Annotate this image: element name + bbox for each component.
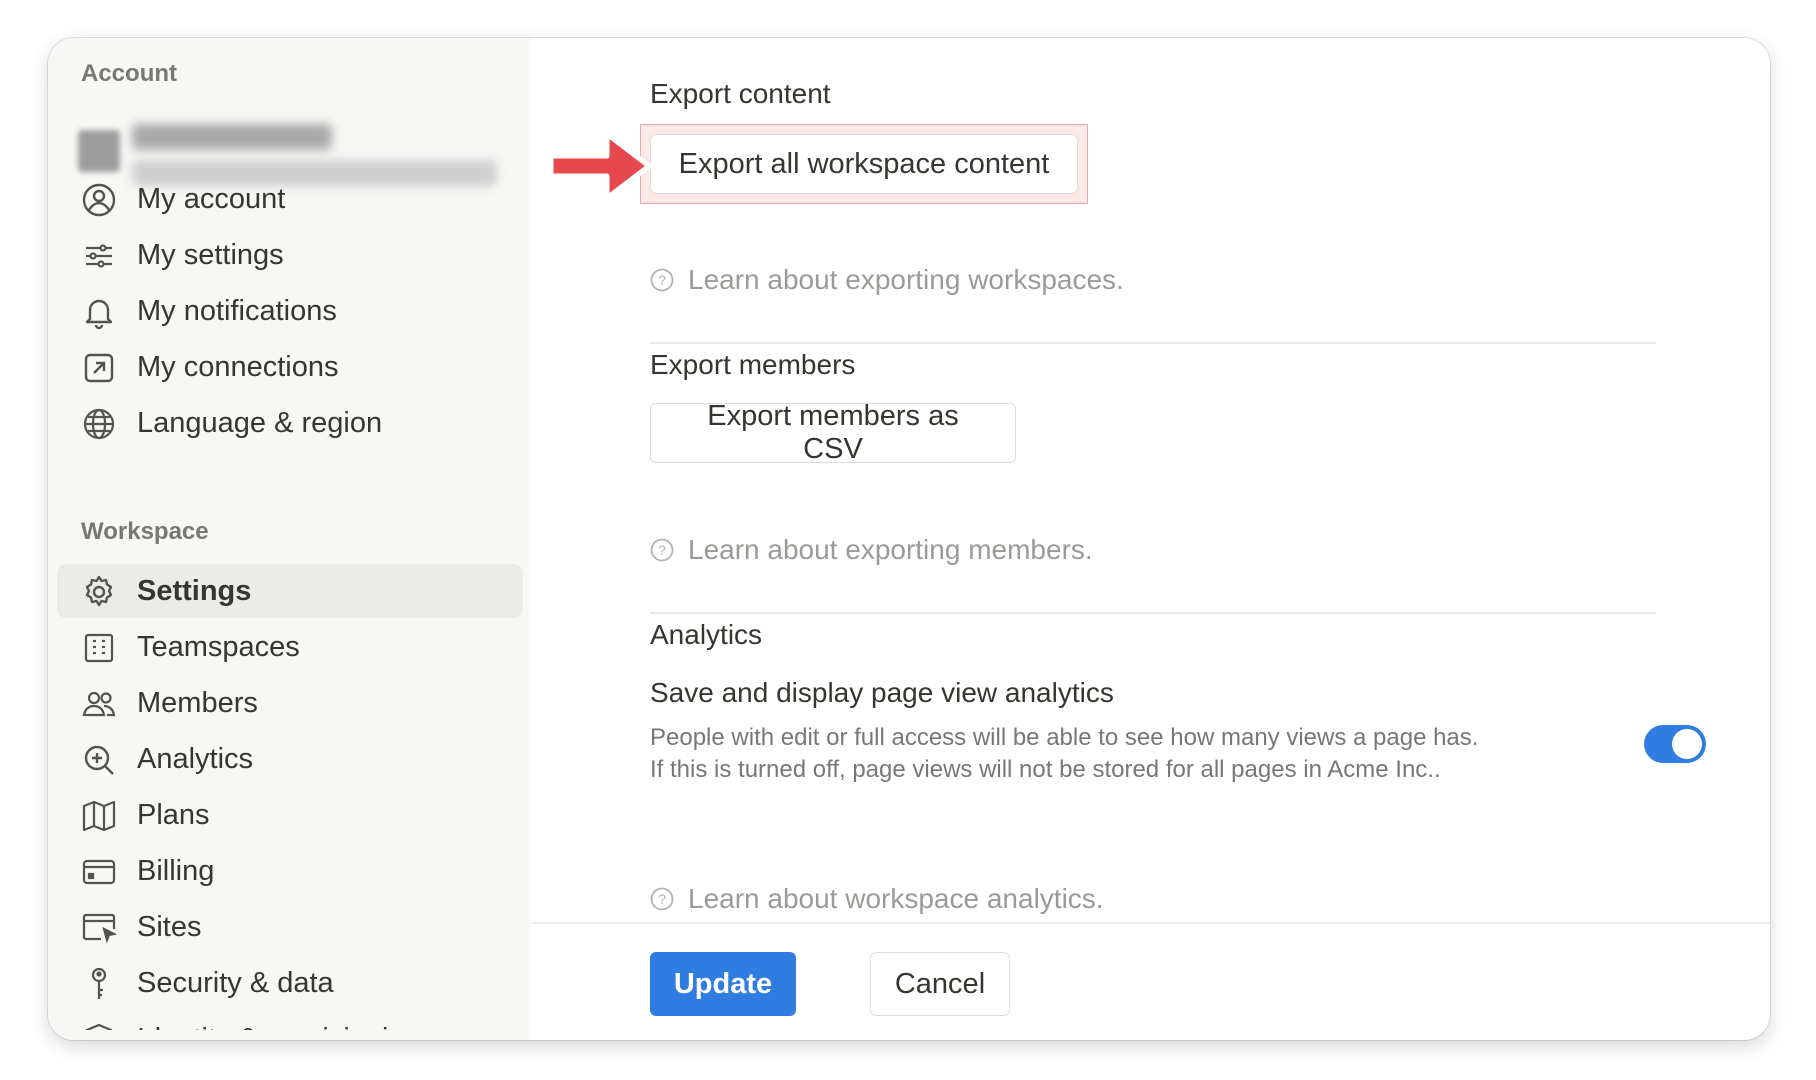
export-all-workspace-button[interactable]: Export all workspace content (650, 134, 1078, 194)
sidebar-item-sites[interactable]: Sites (57, 900, 523, 954)
page-view-analytics-toggle[interactable] (1644, 725, 1706, 763)
sidebar-item-label: Members (137, 686, 258, 719)
sidebar-item-label: Settings (137, 574, 252, 607)
building-icon (80, 629, 118, 667)
settings-sidebar: Account My account My settings My notifi… (48, 38, 530, 1040)
sidebar-item-plans[interactable]: Plans (57, 788, 523, 842)
sidebar-item-label: Language & region (137, 406, 383, 439)
help-link-text: Learn about exporting members. (688, 534, 1093, 565)
sidebar-item-billing[interactable]: Billing (57, 844, 523, 898)
export-members-title: Export members (650, 349, 856, 380)
svg-text:?: ? (658, 542, 666, 558)
export-members-help-link[interactable]: ? Learn about exporting members. (650, 534, 1093, 566)
sidebar-item-label: Security & data (137, 966, 334, 999)
export-content-title: Export content (650, 78, 831, 109)
sidebar-item-members[interactable]: Members (57, 676, 523, 730)
settings-main-panel: Export content Export all workspace cont… (530, 38, 1770, 1040)
map-icon (80, 797, 118, 835)
sidebar-item-analytics[interactable]: Analytics (57, 732, 523, 786)
help-circle-icon: ? (650, 887, 674, 911)
help-circle-icon: ? (650, 268, 674, 292)
red-arrow-icon (548, 131, 652, 201)
sidebar-item-label: My notifications (137, 294, 337, 327)
sidebar-item-my-notifications[interactable]: My notifications (57, 284, 523, 338)
sidebar-bottom-edge (48, 1030, 530, 1040)
sidebar-item-label: My settings (137, 238, 284, 271)
user-circle-icon (80, 181, 118, 219)
key-icon (80, 965, 118, 1003)
sidebar-item-label: My account (137, 182, 286, 215)
svg-text:?: ? (658, 891, 666, 907)
workspace-analytics-help-link[interactable]: ? Learn about workspace analytics. (650, 883, 1104, 915)
export-workspaces-help-link[interactable]: ? Learn about exporting workspaces. (650, 264, 1124, 296)
avatar (78, 130, 120, 172)
settings-window: Account My account My settings My notifi… (48, 38, 1770, 1040)
sidebar-item-my-connections[interactable]: My connections (57, 340, 523, 394)
sidebar-item-settings[interactable]: Settings (57, 564, 523, 618)
sidebar-item-label: Teamspaces (137, 630, 300, 663)
users-icon (80, 685, 118, 723)
account-section-label: Account (81, 60, 177, 87)
svg-text:?: ? (658, 272, 666, 288)
account-name-redacted (132, 124, 332, 150)
sidebar-item-security-data[interactable]: Security & data (57, 956, 523, 1010)
help-circle-icon: ? (650, 538, 674, 562)
export-members-csv-button[interactable]: Export members as CSV (650, 400, 1016, 465)
sidebar-item-language-region[interactable]: Language & region (57, 396, 523, 450)
toggle-knob (1672, 729, 1702, 759)
sidebar-item-teamspaces[interactable]: Teamspaces (57, 620, 523, 674)
workspace-section-label: Workspace (81, 518, 209, 545)
credit-card-icon (80, 853, 118, 891)
gear-icon (80, 573, 118, 611)
sidebar-item-label: Plans (137, 798, 210, 831)
sliders-icon (80, 237, 118, 275)
analytics-title: Analytics (650, 619, 763, 650)
sidebar-item-label: Analytics (137, 742, 254, 775)
bell-icon (80, 293, 118, 331)
help-link-text: Learn about exporting workspaces. (688, 264, 1124, 295)
sidebar-item-label: Billing (137, 854, 215, 887)
external-link-icon (80, 349, 118, 387)
sidebar-item-my-account[interactable]: My account (57, 172, 523, 226)
sidebar-item-my-settings[interactable]: My settings (57, 228, 523, 282)
help-link-text: Learn about workspace analytics. (688, 883, 1104, 914)
magnify-plus-icon (80, 741, 118, 779)
analytics-setting-description: People with edit or full access will be … (650, 724, 1479, 783)
section-divider (650, 342, 1656, 344)
section-divider (650, 612, 1656, 614)
footer-divider (530, 922, 1770, 924)
analytics-setting-title: Save and display page view analytics (650, 677, 1114, 708)
sidebar-item-label: My connections (137, 350, 339, 383)
update-button[interactable]: Update (650, 952, 796, 1016)
sidebar-item-label: Sites (137, 910, 202, 943)
cancel-button[interactable]: Cancel (870, 952, 1010, 1016)
browser-cursor-icon (80, 909, 118, 947)
globe-icon (80, 405, 118, 443)
